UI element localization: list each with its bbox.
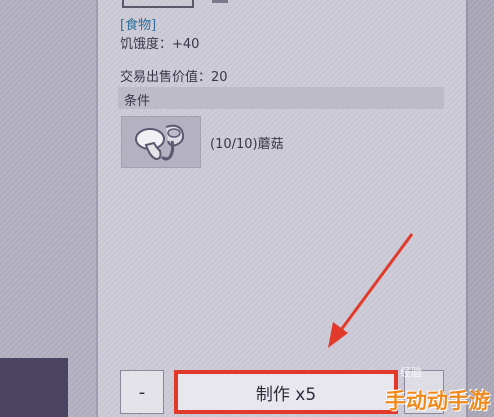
red-arrow-annotation bbox=[328, 233, 414, 348]
watermark-small-text: 经验 bbox=[400, 366, 422, 379]
watermark: 经验 手动动手游 bbox=[360, 360, 494, 417]
watermark-text: 手动动手游 bbox=[385, 389, 490, 413]
decrease-quantity-button[interactable]: - bbox=[120, 370, 164, 414]
